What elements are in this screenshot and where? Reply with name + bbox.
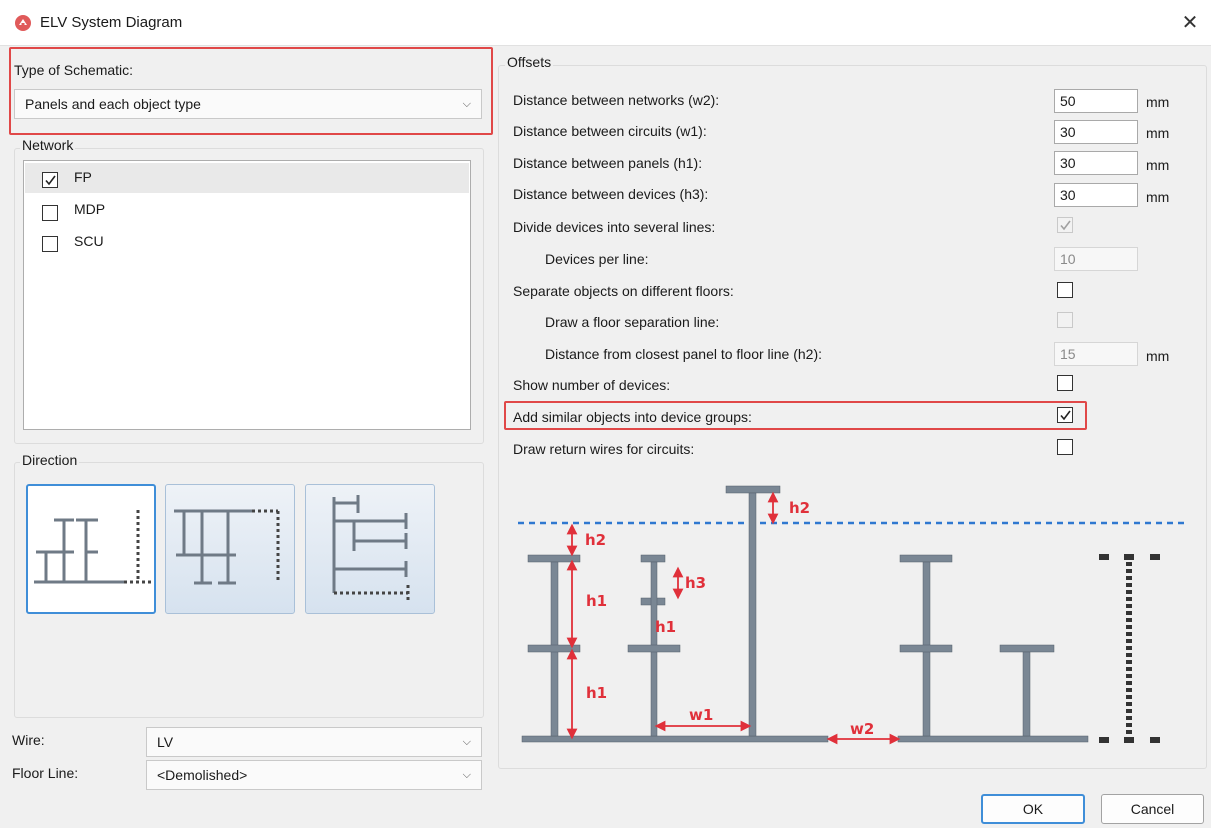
dim-label-w2: w2 — [850, 720, 874, 738]
diagram-bar — [725, 485, 781, 494]
diagram-dash — [1150, 554, 1160, 560]
show-device-count-label: Show number of devices: — [513, 377, 671, 393]
circuits-distance-label: Distance between circuits (w1): — [513, 123, 707, 139]
unit-label: mm — [1146, 348, 1170, 364]
unit-label: mm — [1146, 189, 1170, 205]
direction-vertical-icon — [174, 509, 280, 585]
diagram-bar — [897, 735, 1089, 743]
diagram-bar — [527, 644, 581, 653]
floor-line-distance-label: Distance from closest panel to floor lin… — [545, 346, 823, 362]
unit-label: mm — [1146, 125, 1170, 141]
networks-distance-label: Distance between networks (w2): — [513, 92, 720, 108]
floor-separation-checkbox[interactable] — [1057, 312, 1073, 328]
diagram-dash — [1099, 554, 1109, 560]
network-item-label: MDP — [74, 201, 106, 217]
show-device-count-checkbox[interactable] — [1057, 375, 1073, 391]
dim-label-h1: h1 — [655, 618, 676, 636]
network-group-title: Network — [20, 137, 76, 153]
dim-label-h2: h2 — [789, 499, 810, 517]
close-button[interactable]: ✕ — [1175, 8, 1205, 38]
separate-floors-label: Separate objects on different floors: — [513, 283, 734, 299]
offsets-diagram: h2 h1 h1 h1 h3 h2 w1 w2 — [518, 485, 1188, 745]
diagram-bar — [1022, 651, 1031, 737]
checkmark-icon — [1060, 220, 1071, 231]
floor-line-label: Floor Line: — [12, 765, 79, 781]
direction-horizontal-button[interactable] — [26, 484, 156, 614]
dim-label-h2: h2 — [585, 531, 606, 549]
network-item-scu[interactable]: SCU — [25, 227, 469, 257]
network-item-label: FP — [74, 169, 92, 185]
circuits-distance-input[interactable]: 30 — [1054, 120, 1138, 144]
diagram-dash — [1124, 554, 1134, 560]
title-bar: ELV System Diagram ✕ — [0, 0, 1211, 46]
device-groups-highlight — [504, 401, 1087, 430]
diagram-bar — [899, 644, 953, 653]
diagram-dash — [1124, 737, 1134, 743]
diagram-bar — [527, 554, 581, 563]
diagram-bar — [627, 644, 681, 653]
return-wires-label: Draw return wires for circuits: — [513, 441, 695, 457]
diagram-bar — [640, 554, 666, 563]
floor-separation-label: Draw a floor separation line: — [545, 314, 720, 330]
offsets-group-title: Offsets — [505, 54, 554, 70]
schematic-highlight — [9, 47, 493, 135]
panels-distance-input[interactable]: 30 — [1054, 151, 1138, 175]
wire-dropdown[interactable]: LV ⌵ — [146, 727, 482, 757]
chevron-down-icon: ⌵ — [462, 736, 471, 748]
devices-per-line-label: Devices per line: — [545, 251, 649, 267]
cancel-button[interactable]: Cancel — [1101, 794, 1204, 824]
diagram-bar — [521, 735, 829, 743]
return-wires-checkbox[interactable] — [1057, 439, 1073, 455]
dim-label-w1: w1 — [689, 706, 713, 724]
checkmark-icon — [45, 175, 56, 186]
floor-line-value: <Demolished> — [157, 767, 248, 783]
diagram-bar — [899, 554, 953, 563]
wire-value: LV — [157, 734, 174, 750]
diagram-bar — [999, 644, 1055, 653]
direction-tree-icon — [332, 495, 410, 603]
direction-horizontal-icon — [34, 510, 152, 584]
dim-label-h1: h1 — [586, 684, 607, 702]
network-list: FP MDP SCU — [23, 160, 471, 430]
floor-line-distance-input[interactable]: 15 — [1054, 342, 1138, 366]
devices-distance-label: Distance between devices (h3): — [513, 186, 709, 202]
diagram-dash — [1099, 737, 1109, 743]
divide-devices-checkbox[interactable] — [1057, 217, 1073, 233]
network-item-mdp[interactable]: MDP — [25, 195, 469, 225]
window-title: ELV System Diagram — [40, 14, 183, 31]
network-item-label: SCU — [74, 233, 104, 249]
diagram-bar — [748, 492, 757, 737]
dim-label-h3: h3 — [685, 574, 706, 592]
direction-vertical-button[interactable] — [165, 484, 295, 614]
direction-group-title: Direction — [20, 452, 80, 468]
network-scu-checkbox[interactable] — [42, 236, 58, 252]
network-item-fp[interactable]: FP — [25, 163, 469, 193]
dim-label-h1: h1 — [586, 592, 607, 610]
app-icon — [15, 15, 31, 31]
unit-label: mm — [1146, 94, 1170, 110]
divide-devices-label: Divide devices into several lines: — [513, 219, 716, 235]
network-fp-checkbox[interactable] — [42, 172, 58, 188]
diagram-dash — [1150, 737, 1160, 743]
close-icon: ✕ — [1181, 12, 1199, 34]
direction-tree-button[interactable] — [305, 484, 435, 614]
devices-per-line-input[interactable]: 10 — [1054, 247, 1138, 271]
network-mdp-checkbox[interactable] — [42, 205, 58, 221]
separate-floors-checkbox[interactable] — [1057, 282, 1073, 298]
networks-distance-input[interactable]: 50 — [1054, 89, 1138, 113]
unit-label: mm — [1146, 157, 1170, 173]
chevron-down-icon: ⌵ — [462, 769, 471, 781]
devices-distance-input[interactable]: 30 — [1054, 183, 1138, 207]
panels-distance-label: Distance between panels (h1): — [513, 155, 703, 171]
ok-button[interactable]: OK — [981, 794, 1085, 824]
floor-line-dropdown[interactable]: <Demolished> ⌵ — [146, 760, 482, 790]
wire-label: Wire: — [12, 732, 45, 748]
